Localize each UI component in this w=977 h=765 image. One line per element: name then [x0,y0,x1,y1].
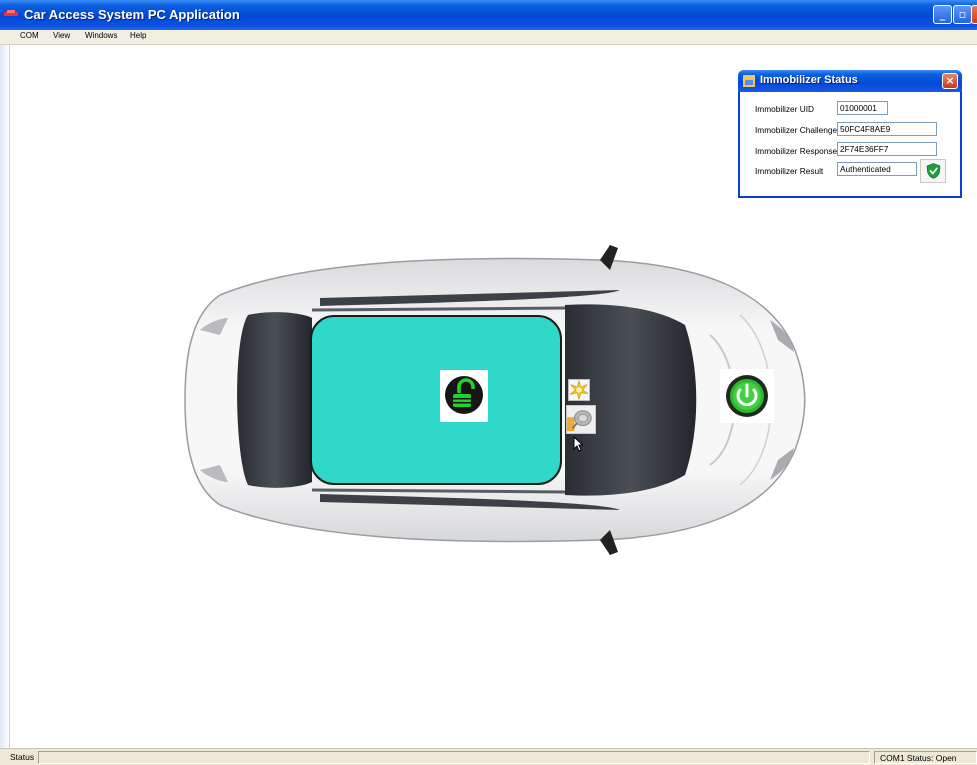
minimize-button[interactable]: _ [933,5,952,24]
headlight-icon [569,379,589,401]
horn-button[interactable] [566,405,596,434]
shield-check-icon [926,163,941,179]
dialog-title: Immobilizer Status [760,74,858,86]
close-button[interactable] [971,5,977,24]
power-icon [726,375,768,417]
dialog-app-icon [743,75,755,87]
uid-label: Immobilizer UID [755,104,815,114]
dialog-close-button[interactable]: × [942,73,958,89]
horn-icon [567,410,592,432]
status-bar: Status COM1 Status: Open [0,748,977,765]
unlock-icon [445,376,483,414]
lock-toggle[interactable] [440,370,488,422]
result-field[interactable]: Authenticated [837,162,917,176]
mouse-cursor-icon [573,436,583,452]
sunroof-panel[interactable] [310,315,562,485]
challenge-field[interactable]: 50FC4F8AE9 [837,122,937,136]
result-label: Immobilizer Result [755,166,824,176]
maximize-button[interactable]: ▫ [953,5,972,24]
menu-com[interactable]: COM [20,31,39,40]
challenge-label: Immobilizer Challenge [755,125,838,135]
menu-help[interactable]: Help [130,31,146,40]
uid-field[interactable]: 01000001 [837,101,888,115]
response-field[interactable]: 2F74E36FF7 [837,142,937,156]
app-icon [4,10,18,16]
window-left-border [0,45,10,748]
app-window: Car Access System PC Application _ ▫ COM… [0,0,977,765]
immobilizer-status-dialog: Immobilizer Status × Immobilizer UID 010… [738,70,962,198]
engine-start-button[interactable] [720,369,774,423]
status-message-field [38,751,870,764]
title-bar[interactable]: Car Access System PC Application _ ▫ [0,0,977,30]
dialog-title-bar[interactable]: Immobilizer Status × [738,70,962,92]
menu-view[interactable]: View [53,31,70,40]
menu-bar: COM View Windows Help [0,30,977,45]
response-label: Immobilizer Response [755,146,838,156]
status-label: Status [10,752,35,762]
menu-windows[interactable]: Windows [85,31,117,40]
result-status-indicator [920,159,946,183]
com-status-field: COM1 Status: Open [874,751,977,764]
headlight-button[interactable] [568,379,590,401]
window-title: Car Access System PC Application [24,7,240,22]
